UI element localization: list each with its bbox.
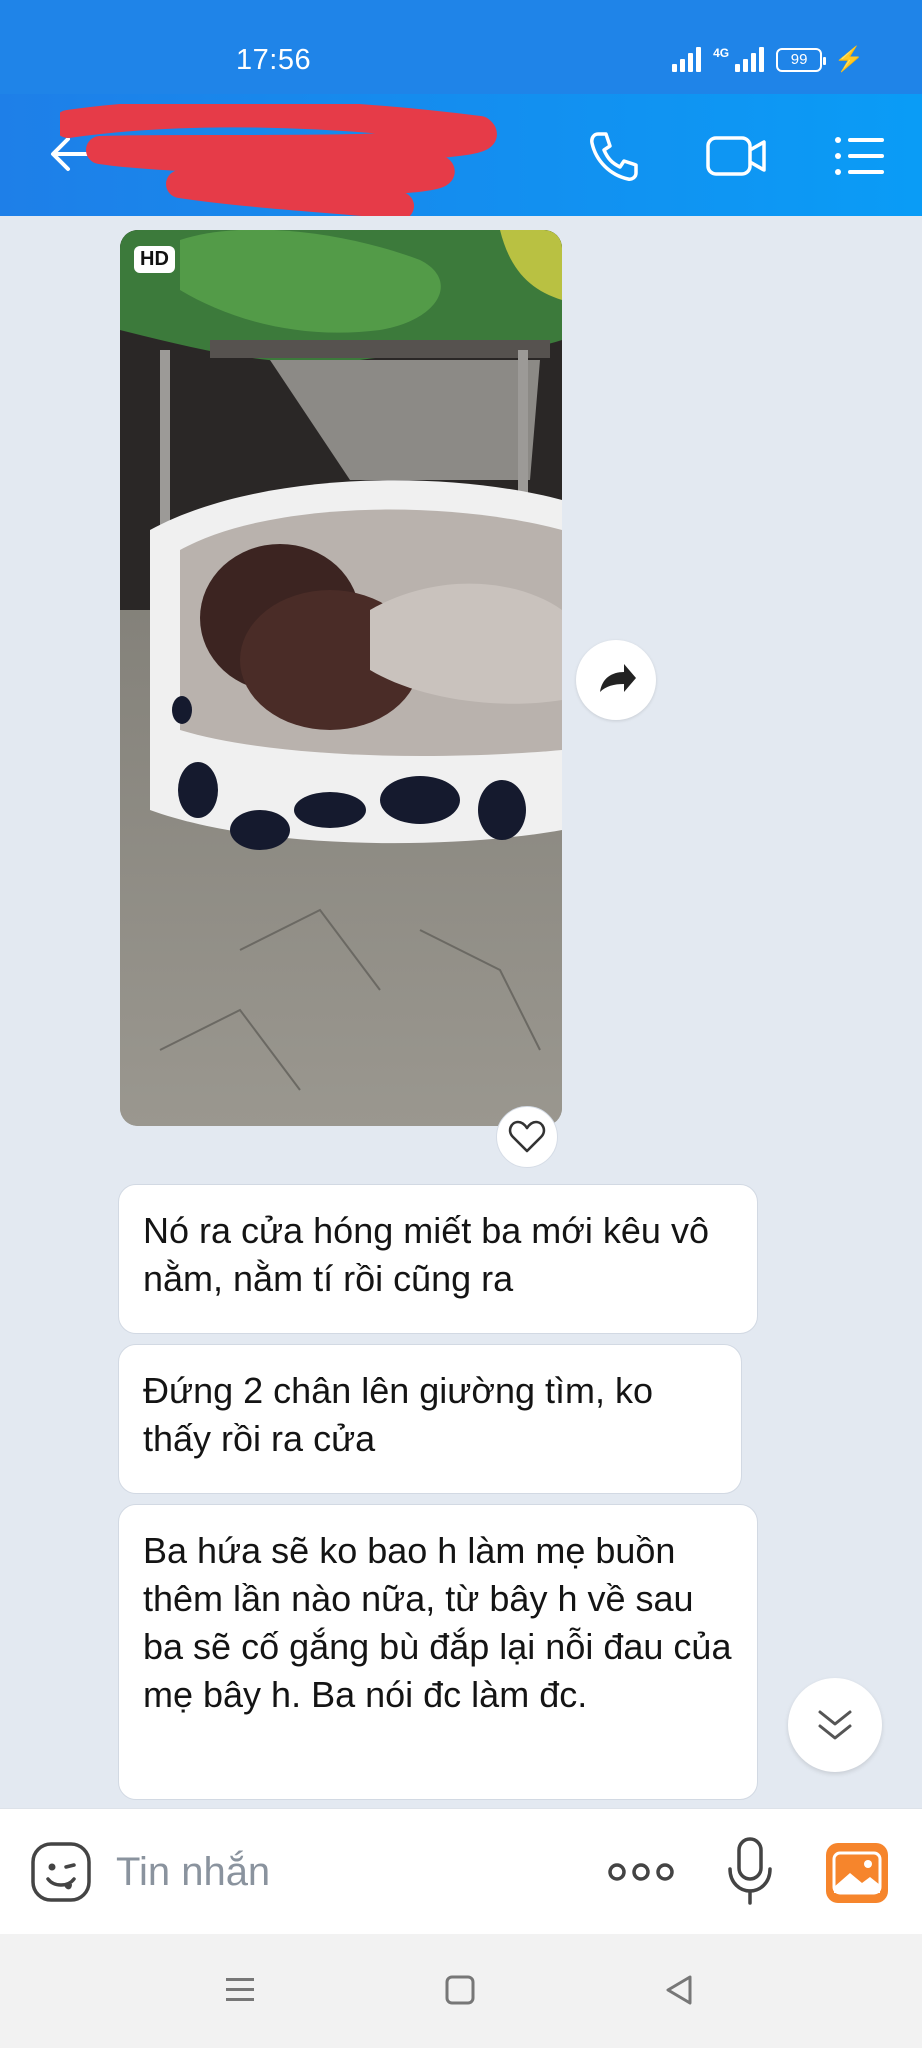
nav-back-icon[interactable] [658,1968,702,2012]
microphone-icon[interactable] [724,1835,776,1909]
more-dots-icon[interactable] [606,1855,676,1889]
message-input[interactable] [116,1841,556,1903]
emoji-icon[interactable] [30,1841,92,1903]
list-menu-icon[interactable] [830,126,890,186]
message-bubble[interactable]: Ba hứa sẽ ko bao h làm mẹ buồn thêm lần … [118,1504,758,1800]
signal-icon [672,46,702,72]
heart-icon[interactable] [496,1106,558,1168]
dog-photo [120,230,562,1126]
hd-badge: HD [134,246,175,273]
status-time: 17:56 [236,44,312,76]
message-list[interactable]: HD Nó ra cửa hóng miết ba mới kêu vô nằm… [0,216,922,1808]
photo-message[interactable]: HD [120,230,562,1126]
network-type: 4G [713,46,730,60]
image-gallery-icon[interactable] [826,1843,888,1903]
nav-home-icon[interactable] [438,1968,482,2012]
message-bubble[interactable]: Nó ra cửa hóng miết ba mới kêu vô nằm, n… [118,1184,758,1334]
phone-icon[interactable] [584,126,644,186]
status-icons: 4G 99 ⚡ [672,46,864,72]
composer-bar [0,1808,922,1934]
system-nav-bar [0,1934,922,2048]
share-arrow-icon[interactable] [576,640,656,720]
chevrons-down-icon[interactable] [788,1678,882,1772]
status-bar: 17:56 4G 99 ⚡ [0,0,922,94]
chat-header [0,94,922,220]
battery-icon: 99 [776,48,827,72]
signal-4g-icon [735,46,765,72]
charging-icon: ⚡ [834,46,864,73]
redaction-scribble [54,99,500,220]
video-camera-icon[interactable] [704,126,766,186]
message-bubble[interactable]: Đứng 2 chân lên giường tìm, ko thấy rồi … [118,1344,742,1494]
nav-menu-icon[interactable] [218,1968,262,2012]
